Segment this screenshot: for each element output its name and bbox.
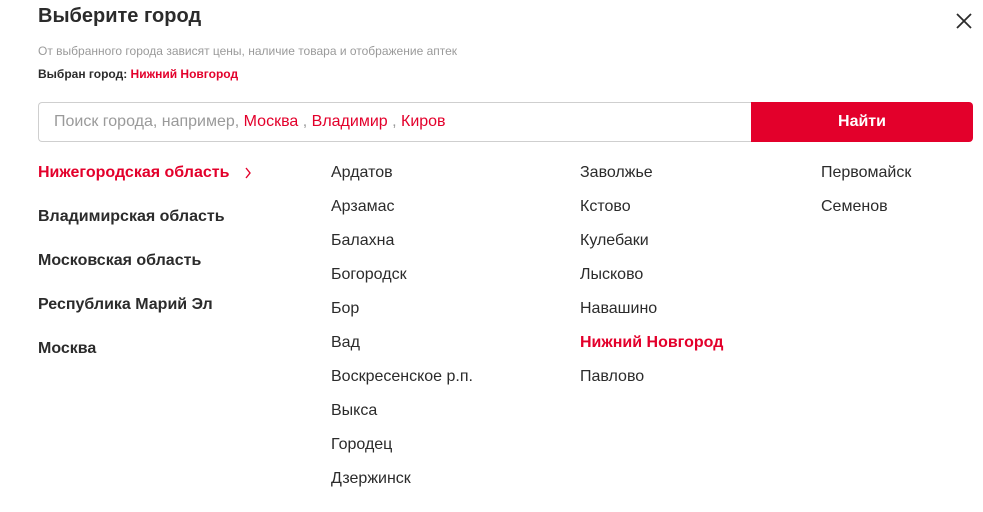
region-label: Республика Марий Эл [38, 296, 213, 313]
region-label: Московская область [38, 252, 202, 269]
region-label: Москва [38, 340, 97, 357]
city-item[interactable]: Богородск [331, 263, 473, 297]
city-item[interactable]: Лысково [580, 263, 723, 297]
region-label: Нижегородская область [38, 164, 230, 181]
region-label: Владимирская область [38, 208, 225, 225]
search-example-link[interactable]: Киров [401, 113, 446, 131]
city-item[interactable]: Кулебаки [580, 229, 723, 263]
region-list: Нижегородская область Владимирская облас… [38, 161, 278, 381]
region-item-moscow-oblast[interactable]: Московская область [38, 249, 278, 293]
city-item[interactable]: Навашино [580, 297, 723, 331]
region-item-mari-el[interactable]: Республика Марий Эл [38, 293, 278, 337]
city-item[interactable]: Арзамас [331, 195, 473, 229]
city-column-1: Ардатов Арзамас Балахна Богородск Бор Ва… [331, 161, 473, 501]
city-item[interactable]: Ардатов [331, 161, 473, 195]
selected-city-info: Выбран город: Нижний Новгород [38, 67, 238, 81]
city-item[interactable]: Первомайск [821, 161, 911, 195]
city-column-3: Первомайск Семенов [821, 161, 911, 229]
city-item[interactable]: Семенов [821, 195, 911, 229]
city-item[interactable]: Городец [331, 433, 473, 467]
search-example-link[interactable]: Москва [244, 113, 299, 131]
search-input[interactable]: Поиск города, например, Москва , Владими… [38, 102, 751, 142]
search-example-link[interactable]: Владимир [312, 113, 388, 131]
region-item-moscow[interactable]: Москва [38, 337, 278, 381]
modal-title: Выберите город [38, 5, 202, 27]
city-search: Поиск города, например, Москва , Владими… [38, 102, 973, 142]
close-icon[interactable] [953, 10, 975, 32]
chevron-right-icon [245, 167, 252, 179]
selected-city-value: Нижний Новгород [130, 67, 239, 81]
region-item-nizhny-novgorod-oblast[interactable]: Нижегородская область [38, 161, 278, 205]
region-item-vladimir-oblast[interactable]: Владимирская область [38, 205, 278, 249]
search-placeholder-prefix: Поиск города, например, [54, 113, 240, 130]
city-item[interactable]: Дзержинск [331, 467, 473, 501]
city-item[interactable]: Бор [331, 297, 473, 331]
search-button[interactable]: Найти [751, 102, 973, 142]
city-item-selected[interactable]: Нижний Новгород [580, 331, 723, 365]
city-item[interactable]: Павлово [580, 365, 723, 399]
city-item[interactable]: Кстово [580, 195, 723, 229]
selected-city-label: Выбран город: [38, 67, 128, 81]
city-column-2: Заволжье Кстово Кулебаки Лысково Навашин… [580, 161, 723, 399]
city-item[interactable]: Вад [331, 331, 473, 365]
modal-subtitle: От выбранного города зависят цены, налич… [38, 44, 458, 58]
city-item[interactable]: Воскресенское р.п. [331, 365, 473, 399]
city-item[interactable]: Выкса [331, 399, 473, 433]
city-item[interactable]: Заволжье [580, 161, 723, 195]
city-item[interactable]: Балахна [331, 229, 473, 263]
